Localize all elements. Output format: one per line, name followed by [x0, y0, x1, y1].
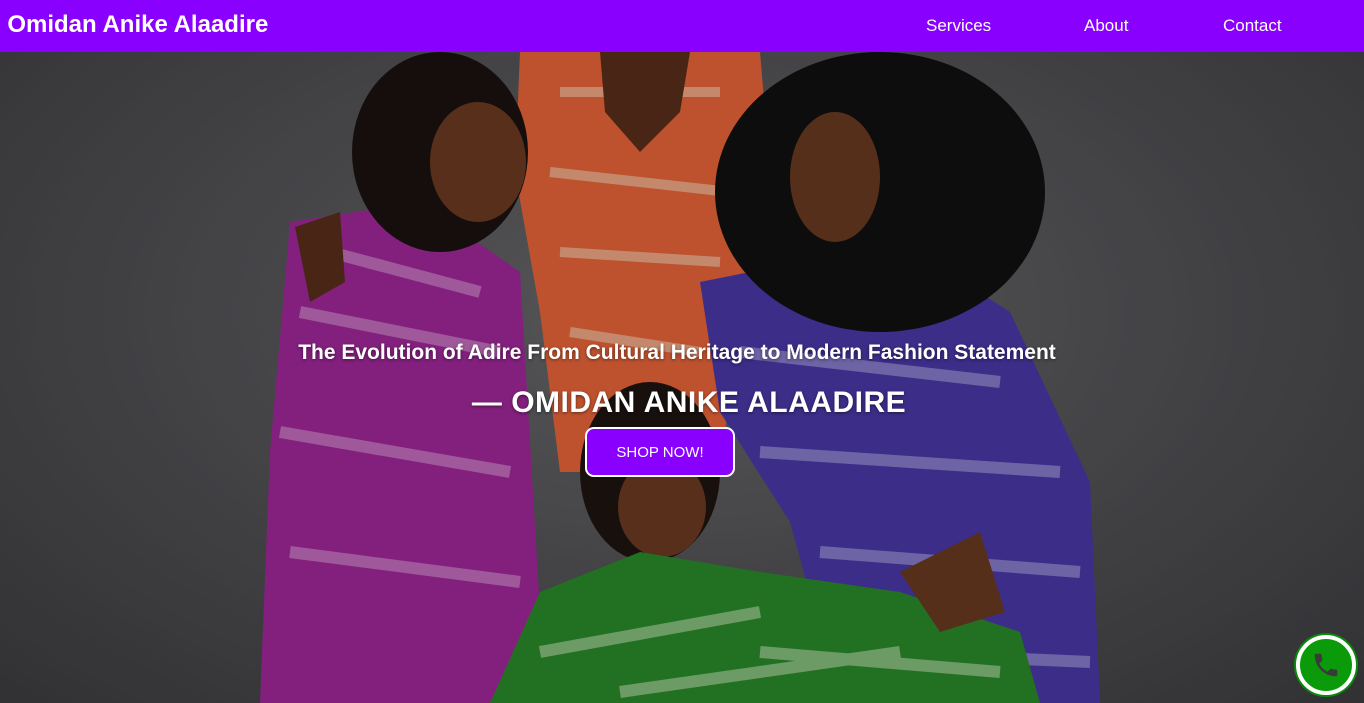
nav-link-services[interactable]: Services	[926, 16, 991, 36]
call-float-button[interactable]	[1296, 635, 1356, 695]
hero-author: — OMIDAN ANIKE ALAADIRE	[471, 386, 907, 419]
hero-headline: The Evolution of Adire From Cultural Her…	[298, 341, 1056, 364]
brand-title[interactable]: . Omidan Anike Alaadire	[0, 11, 268, 39]
nav-link-about[interactable]: About	[1084, 16, 1128, 36]
hero-section: The Evolution of Adire From Cultural Her…	[0, 52, 1364, 703]
phone-icon	[1314, 653, 1338, 677]
nav-link-contact[interactable]: Contact	[1223, 16, 1282, 36]
top-navbar: . Omidan Anike Alaadire Services About C…	[0, 0, 1364, 52]
shop-now-button[interactable]: SHOP NOW!	[585, 427, 735, 477]
hero-overlay	[0, 52, 1364, 703]
